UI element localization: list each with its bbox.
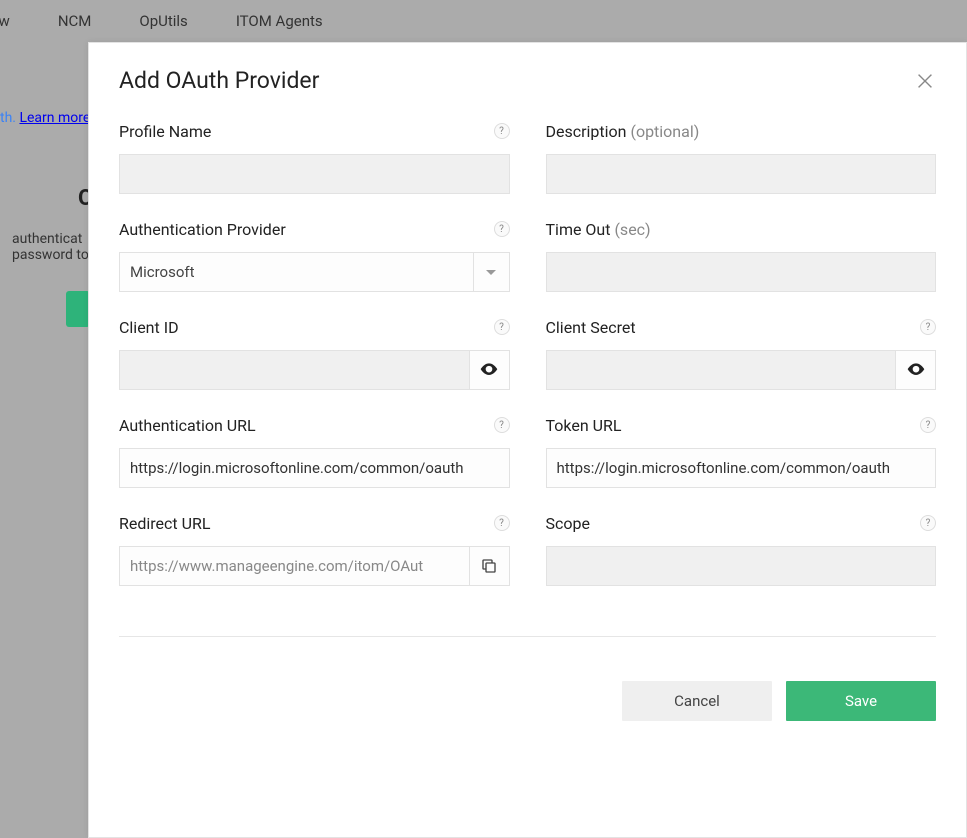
modal-header: Add OAuth Provider [89, 43, 966, 112]
help-icon[interactable]: ? [920, 417, 936, 433]
copy-icon[interactable] [469, 547, 509, 585]
client-id-group: Client ID ? [119, 318, 510, 390]
description-input[interactable] [547, 155, 936, 193]
add-oauth-provider-modal: Add OAuth Provider Profile Name ? [88, 42, 967, 838]
client-id-label: Client ID [119, 318, 179, 337]
profile-name-label: Profile Name [119, 122, 211, 141]
description-group: Description (optional) [546, 122, 937, 194]
auth-url-label: Authentication URL [119, 416, 256, 435]
client-secret-input[interactable] [547, 351, 896, 389]
description-label: Description (optional) [546, 122, 700, 141]
help-icon[interactable]: ? [920, 319, 936, 335]
token-url-input[interactable] [547, 449, 936, 487]
redirect-url-group: Redirect URL ? [119, 514, 510, 586]
client-id-input[interactable] [120, 351, 469, 389]
token-url-group: Token URL ? [546, 416, 937, 488]
modal-title: Add OAuth Provider [119, 67, 319, 94]
help-icon[interactable]: ? [494, 221, 510, 237]
profile-name-group: Profile Name ? [119, 122, 510, 194]
auth-url-input[interactable] [120, 449, 509, 487]
help-icon[interactable]: ? [494, 417, 510, 433]
cancel-button[interactable]: Cancel [622, 681, 772, 721]
close-icon[interactable] [914, 70, 936, 92]
client-secret-group: Client Secret ? [546, 318, 937, 390]
eye-icon[interactable] [895, 351, 935, 389]
token-url-label: Token URL [546, 416, 622, 435]
bg-green-button[interactable] [66, 291, 90, 327]
nav-item-ow[interactable]: ow [0, 12, 10, 30]
help-icon[interactable]: ? [920, 515, 936, 531]
profile-name-input[interactable] [120, 155, 509, 193]
background-nav: ow NCM OpUtils ITOM Agents [0, 0, 967, 42]
modal-body: Profile Name ? Description (optional) [89, 112, 966, 721]
auth-provider-label: Authentication Provider [119, 220, 286, 239]
save-button[interactable]: Save [786, 681, 936, 721]
scope-input[interactable] [547, 547, 936, 585]
eye-icon[interactable] [469, 351, 509, 389]
modal-footer: Cancel Save [119, 636, 936, 721]
auth-provider-select[interactable]: Microsoft [119, 252, 510, 292]
auth-provider-value: Microsoft [120, 263, 473, 281]
redirect-url-input[interactable] [120, 547, 469, 585]
timeout-label: Time Out (sec) [546, 220, 651, 239]
scope-label: Scope [546, 514, 590, 533]
help-icon[interactable]: ? [494, 515, 510, 531]
learn-more-link[interactable]: Learn more [19, 110, 90, 126]
auth-url-group: Authentication URL ? [119, 416, 510, 488]
help-icon[interactable]: ? [494, 123, 510, 139]
redirect-url-label: Redirect URL [119, 514, 210, 533]
nav-item-itom-agents[interactable]: ITOM Agents [236, 12, 323, 30]
timeout-group: Time Out (sec) [546, 220, 937, 292]
nav-item-ncm[interactable]: NCM [58, 12, 92, 30]
auth-provider-group: Authentication Provider ? Microsoft [119, 220, 510, 292]
client-secret-label: Client Secret [546, 318, 636, 337]
form-grid: Profile Name ? Description (optional) [119, 122, 936, 586]
scope-group: Scope ? [546, 514, 937, 586]
chevron-down-icon [473, 253, 509, 291]
help-icon[interactable]: ? [494, 319, 510, 335]
timeout-input[interactable] [547, 253, 936, 291]
nav-item-oputils[interactable]: OpUtils [139, 12, 187, 30]
